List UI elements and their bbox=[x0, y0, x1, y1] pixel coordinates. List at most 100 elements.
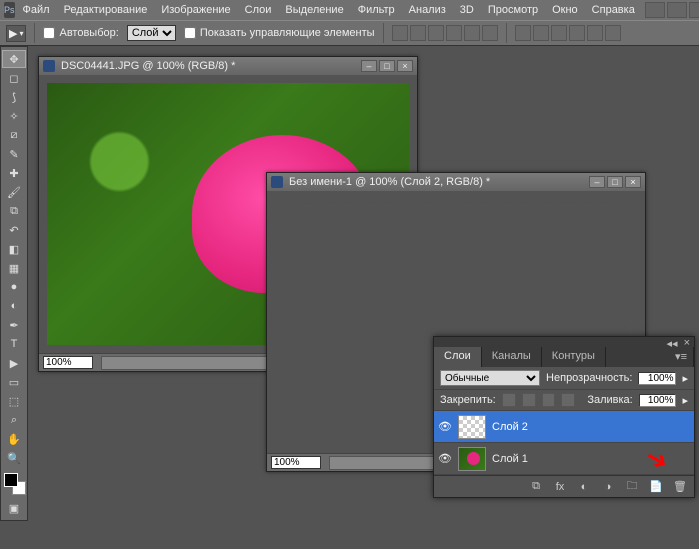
color-swatches[interactable] bbox=[2, 471, 26, 495]
layer-mask-icon[interactable]: ◐ bbox=[576, 480, 592, 494]
tab-layers[interactable]: Слои bbox=[434, 347, 482, 367]
visibility-eye-icon[interactable]: 👁 bbox=[438, 452, 452, 466]
minimize-button[interactable]: – bbox=[361, 60, 377, 72]
titlebar[interactable]: Без имени-1 @ 100% (Слой 2, RGB/8) * – □… bbox=[267, 173, 645, 191]
opacity-stepper-icon[interactable]: ▸ bbox=[682, 372, 688, 385]
move-tool[interactable]: ✥ bbox=[2, 50, 26, 68]
menu-window[interactable]: Окно bbox=[546, 2, 584, 18]
distribute-icon[interactable] bbox=[515, 25, 531, 41]
zoom-tool[interactable]: 🔍 bbox=[2, 449, 26, 467]
close-button[interactable]: × bbox=[397, 60, 413, 72]
link-layers-icon[interactable]: ⧉ bbox=[528, 480, 544, 494]
brush-tool[interactable]: 🖌 bbox=[2, 183, 26, 201]
opacity-field[interactable]: 100% bbox=[638, 372, 676, 385]
panel-close-icon[interactable]: × bbox=[684, 337, 690, 347]
shape-tool[interactable]: ▭ bbox=[2, 373, 26, 391]
distribute-icon[interactable] bbox=[587, 25, 603, 41]
new-layer-icon[interactable]: 📄 bbox=[648, 480, 664, 494]
maximize-button[interactable]: □ bbox=[379, 60, 395, 72]
align-icon[interactable] bbox=[428, 25, 444, 41]
lock-position-icon[interactable] bbox=[542, 393, 556, 407]
lasso-tool[interactable]: ⟆ bbox=[2, 88, 26, 106]
menu-filter[interactable]: Фильтр bbox=[352, 2, 401, 18]
dodge-tool[interactable]: ◐ bbox=[2, 297, 26, 315]
hand-tool[interactable]: ✋ bbox=[2, 430, 26, 448]
menu-help[interactable]: Справка bbox=[586, 2, 641, 18]
panel-menu-icon[interactable]: ▾≡ bbox=[669, 347, 694, 367]
autoselect-dropdown[interactable]: Слой bbox=[127, 25, 176, 41]
gradient-tool[interactable]: ▦ bbox=[2, 259, 26, 277]
tab-channels[interactable]: Каналы bbox=[482, 347, 542, 367]
workspace-icon[interactable] bbox=[689, 2, 699, 18]
layer-row[interactable]: 👁 Слой 1 bbox=[434, 443, 694, 475]
menu-file[interactable]: Файл bbox=[17, 2, 56, 18]
layer-name[interactable]: Слой 1 bbox=[492, 453, 528, 465]
workspace-icon[interactable] bbox=[667, 2, 687, 18]
history-brush-tool[interactable]: ↶ bbox=[2, 221, 26, 239]
lock-pixels-icon[interactable] bbox=[522, 393, 536, 407]
panel-collapse-icon[interactable]: ◂◂ bbox=[667, 337, 678, 347]
crop-tool[interactable]: ⧄ bbox=[2, 126, 26, 144]
layer-name[interactable]: Слой 2 bbox=[492, 421, 528, 433]
menu-analysis[interactable]: Анализ bbox=[403, 2, 452, 18]
tool-preset-button[interactable]: ▶▾ bbox=[6, 25, 26, 42]
distribute-icon[interactable] bbox=[569, 25, 585, 41]
show-controls-label: Показать управляющие элементы bbox=[200, 27, 375, 39]
minimize-button[interactable]: – bbox=[589, 176, 605, 188]
layer-row[interactable]: 👁 Слой 2 bbox=[434, 411, 694, 443]
zoom-field[interactable]: 100% bbox=[271, 456, 321, 469]
align-icon[interactable] bbox=[464, 25, 480, 41]
app-logo-icon: Ps bbox=[4, 2, 15, 18]
titlebar[interactable]: DSC04441.JPG @ 100% (RGB/8) * – □ × bbox=[39, 57, 417, 75]
path-select-tool[interactable]: ▶ bbox=[2, 354, 26, 372]
menu-view[interactable]: Просмотр bbox=[482, 2, 544, 18]
distribute-icon[interactable] bbox=[551, 25, 567, 41]
stamp-tool[interactable]: ⧉ bbox=[2, 202, 26, 220]
close-button[interactable]: × bbox=[625, 176, 641, 188]
menu-layer[interactable]: Слои bbox=[239, 2, 278, 18]
visibility-eye-icon[interactable]: 👁 bbox=[438, 420, 452, 434]
type-tool[interactable]: T bbox=[2, 335, 26, 353]
menu-edit[interactable]: Редактирование bbox=[58, 2, 154, 18]
menu-image[interactable]: Изображение bbox=[155, 2, 236, 18]
lock-all-icon[interactable] bbox=[561, 393, 575, 407]
wand-tool[interactable]: ✧ bbox=[2, 107, 26, 125]
layer-thumbnail[interactable] bbox=[458, 447, 486, 471]
tab-paths[interactable]: Контуры bbox=[542, 347, 606, 367]
adjustment-layer-icon[interactable]: ◑ bbox=[600, 480, 616, 494]
lock-transparency-icon[interactable] bbox=[502, 393, 516, 407]
zoom-field[interactable]: 100% bbox=[43, 356, 93, 369]
3d-tool[interactable]: ⬚ bbox=[2, 392, 26, 410]
layer-fx-icon[interactable]: fx bbox=[552, 480, 568, 494]
document-title: Без имени-1 @ 100% (Слой 2, RGB/8) * bbox=[289, 176, 583, 188]
workspace-icon[interactable] bbox=[645, 2, 665, 18]
fill-field[interactable]: 100% bbox=[639, 394, 677, 407]
pen-tool[interactable]: ✒ bbox=[2, 316, 26, 334]
align-icon[interactable] bbox=[410, 25, 426, 41]
blur-tool[interactable]: ● bbox=[2, 278, 26, 296]
eraser-tool[interactable]: ◧ bbox=[2, 240, 26, 258]
opacity-label: Непрозрачность: bbox=[546, 372, 632, 384]
layer-thumbnail[interactable] bbox=[458, 415, 486, 439]
distribute-icon[interactable] bbox=[533, 25, 549, 41]
heal-tool[interactable]: ✚ bbox=[2, 164, 26, 182]
autoselect-checkbox[interactable]: Автовыбор: bbox=[43, 27, 118, 39]
layer-group-icon[interactable]: 🗀 bbox=[624, 480, 640, 494]
maximize-button[interactable]: □ bbox=[607, 176, 623, 188]
blend-mode-dropdown[interactable]: Обычные bbox=[440, 370, 540, 386]
quickmask-button[interactable]: ▣ bbox=[2, 499, 26, 517]
menu-3d[interactable]: 3D bbox=[454, 2, 480, 18]
toolbar: ✥ ◻ ⟆ ✧ ⧄ ✎ ✚ 🖌 ⧉ ↶ ◧ ▦ ● ◐ ✒ T ▶ ▭ ⬚ ⌕ … bbox=[0, 46, 28, 521]
align-icon[interactable] bbox=[392, 25, 408, 41]
layers-panel: ◂◂ × Слои Каналы Контуры ▾≡ Обычные Непро… bbox=[433, 336, 695, 498]
align-icon[interactable] bbox=[446, 25, 462, 41]
show-controls-checkbox[interactable]: Показать управляющие элементы bbox=[184, 27, 375, 39]
fill-stepper-icon[interactable]: ▸ bbox=[682, 394, 688, 407]
align-icon[interactable] bbox=[482, 25, 498, 41]
eyedropper-tool[interactable]: ✎ bbox=[2, 145, 26, 163]
menu-select[interactable]: Выделение bbox=[279, 2, 349, 18]
delete-layer-icon[interactable]: 🗑 bbox=[672, 480, 688, 494]
3d-camera-tool[interactable]: ⌕ bbox=[2, 411, 26, 429]
distribute-icon[interactable] bbox=[605, 25, 621, 41]
marquee-tool[interactable]: ◻ bbox=[2, 69, 26, 87]
